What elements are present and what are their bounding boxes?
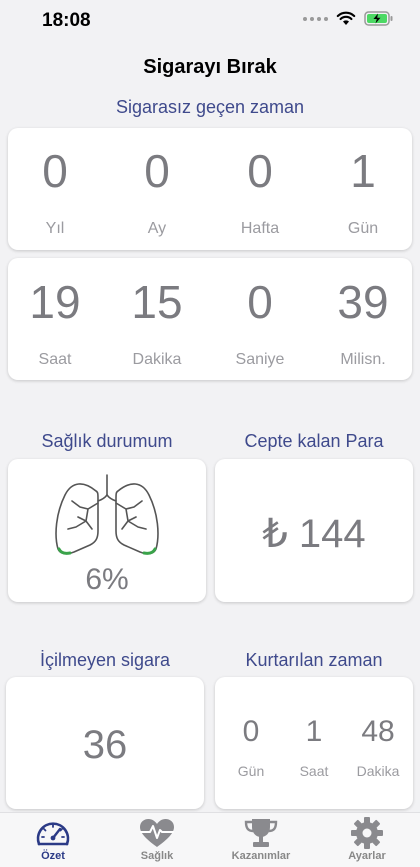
saved-minutes-cell: 48 Dakika [328, 715, 420, 779]
wifi-icon [336, 11, 356, 25]
health-card[interactable]: 6% [8, 459, 206, 602]
heart-pulse-icon [140, 819, 174, 847]
tab-bar: Özet Sağlık Kazanımlar Ayarlar [0, 812, 420, 867]
money-value: ₺ 144 [262, 512, 366, 556]
seconds-cell: 0 Saniye [210, 279, 310, 369]
milliseconds-label: Milisn. [340, 351, 386, 368]
hours-value: 19 [29, 276, 81, 328]
months-label: Ay [147, 220, 167, 237]
signal-icon [303, 16, 328, 21]
days-value: 1 [350, 145, 376, 197]
minutes-value: 15 [131, 276, 183, 328]
weeks-cell: 0 Hafta [210, 148, 310, 238]
smoke-free-title: Sigarasız geçen zaman [115, 97, 305, 117]
saved-time-card[interactable]: 0 Gün 1 Saat 48 Dakika [215, 677, 413, 809]
money-card[interactable]: ₺ 144 [215, 459, 413, 602]
gear-icon [351, 817, 383, 849]
trophy-icon [244, 819, 278, 847]
saved-minutes-label: Dakika [356, 763, 400, 779]
milliseconds-cell: 39 Milisn. [313, 279, 413, 369]
years-label: Yıl [45, 220, 65, 237]
saved-time-title: Kurtarılan zaman [245, 650, 383, 670]
minutes-cell: 15 Dakika [107, 279, 207, 369]
years-cell: 0 Yıl [5, 148, 105, 238]
tab-ayarlar[interactable]: Ayarlar [322, 817, 412, 862]
battery-charging-icon [364, 11, 393, 26]
days-cell: 1 Gün [313, 148, 413, 238]
saved-minutes-value: 48 [361, 715, 395, 748]
smoke-free-card-date: 0 Yıl 0 Ay 0 Hafta 1 Gün [8, 128, 412, 250]
lungs-icon [55, 474, 159, 555]
milliseconds-value: 39 [337, 276, 389, 328]
tab-ayarlar-label: Ayarlar [348, 850, 386, 862]
tab-ozet[interactable]: Özet [8, 817, 98, 862]
status-icons [303, 11, 394, 26]
seconds-label: Saniye [235, 351, 285, 368]
cigarettes-card[interactable]: 36 [6, 677, 204, 809]
tab-saglik[interactable]: Sağlık [112, 817, 202, 862]
tab-kazanimlar[interactable]: Kazanımlar [216, 817, 306, 862]
tab-saglik-label: Sağlık [140, 850, 174, 862]
page-title: Sigarayı Bırak [143, 56, 277, 78]
years-value: 0 [42, 145, 68, 197]
hours-cell: 19 Saat [5, 279, 105, 369]
tab-kazanimlar-label: Kazanımlar [231, 850, 291, 862]
cigarettes-title: İçilmeyen sigara [39, 650, 171, 670]
tab-ozet-label: Özet [41, 850, 65, 862]
health-percent: 6% [85, 563, 129, 596]
minutes-label: Dakika [132, 351, 182, 368]
months-cell: 0 Ay [107, 148, 207, 238]
days-label: Gün [347, 220, 379, 237]
seconds-value: 0 [247, 276, 273, 328]
status-bar: 18:08 [0, 0, 420, 44]
smoke-free-card-time: 19 Saat 15 Dakika 0 Saniye 39 Milisn. [8, 258, 412, 380]
money-title: Cepte kalan Para [244, 431, 384, 451]
health-title: Sağlık durumum [41, 431, 173, 451]
months-value: 0 [144, 145, 170, 197]
weeks-label: Hafta [240, 220, 280, 237]
weeks-value: 0 [247, 145, 273, 197]
hours-label: Saat [38, 351, 72, 368]
gauge-icon [36, 822, 70, 846]
status-time: 18:08 [42, 10, 91, 31]
cigarettes-value: 36 [82, 723, 128, 767]
